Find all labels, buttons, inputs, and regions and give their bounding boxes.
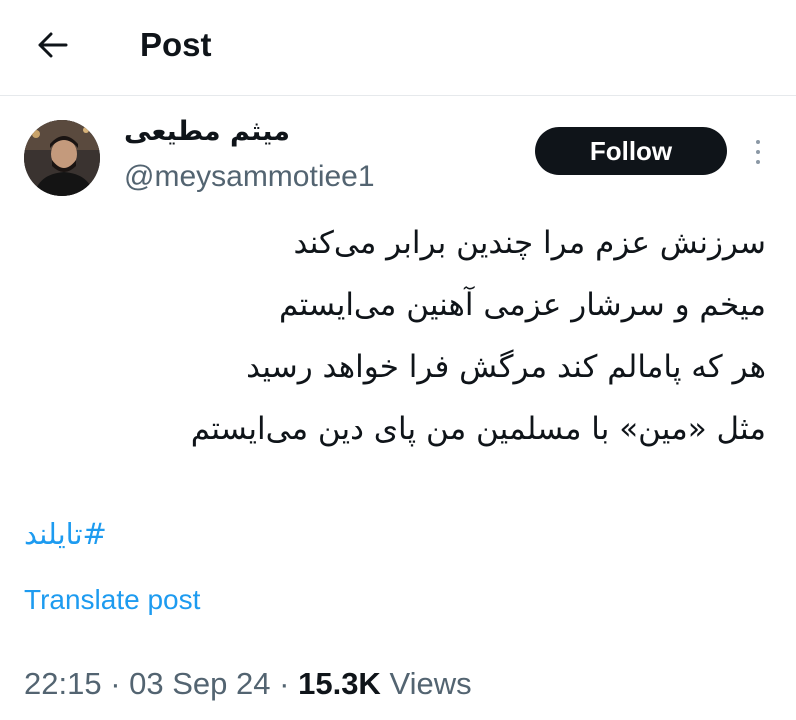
- views-label: Views: [389, 666, 472, 701]
- post-text: سرزنش عزم مرا چندین برابر می‌کند میخم و …: [66, 212, 766, 460]
- post-line: هر که پامالم کند مرگش فرا خواهد رسید: [246, 349, 766, 385]
- post-line: میخم و سرشار عزمی آهنین می‌ایستم: [279, 287, 766, 323]
- back-button[interactable]: [30, 22, 76, 68]
- author-handle[interactable]: @meysammotiee1: [124, 160, 375, 194]
- arrow-left-icon: [38, 32, 68, 58]
- more-vertical-icon: [756, 140, 760, 144]
- post-meta: 22:15 · 03 Sep 24 · 15.3K Views: [24, 666, 472, 702]
- post-time[interactable]: 22:15: [24, 666, 102, 701]
- avatar-image: [24, 120, 100, 196]
- more-vertical-icon-dot: [756, 160, 760, 164]
- hashtag-link[interactable]: #تایلند: [24, 517, 107, 551]
- top-bar: Post: [0, 0, 796, 96]
- meta-separator: ·: [279, 666, 290, 701]
- views-count: 15.3K: [298, 666, 381, 701]
- more-options-button[interactable]: [745, 136, 771, 168]
- meta-separator: ·: [110, 666, 121, 701]
- translate-post-link[interactable]: Translate post: [24, 584, 200, 616]
- page-title: Post: [140, 26, 212, 63]
- post-line: سرزنش عزم مرا چندین برابر می‌کند: [293, 225, 766, 261]
- author-display-name[interactable]: میثم مطیعی: [124, 116, 324, 147]
- post-date[interactable]: 03 Sep 24: [129, 666, 270, 701]
- follow-button[interactable]: Follow: [535, 127, 727, 175]
- more-vertical-icon-dot: [756, 150, 760, 154]
- avatar[interactable]: [24, 120, 100, 196]
- post-line: مثل «مین» با مسلمین من پای دین می‌ایستم: [190, 411, 766, 447]
